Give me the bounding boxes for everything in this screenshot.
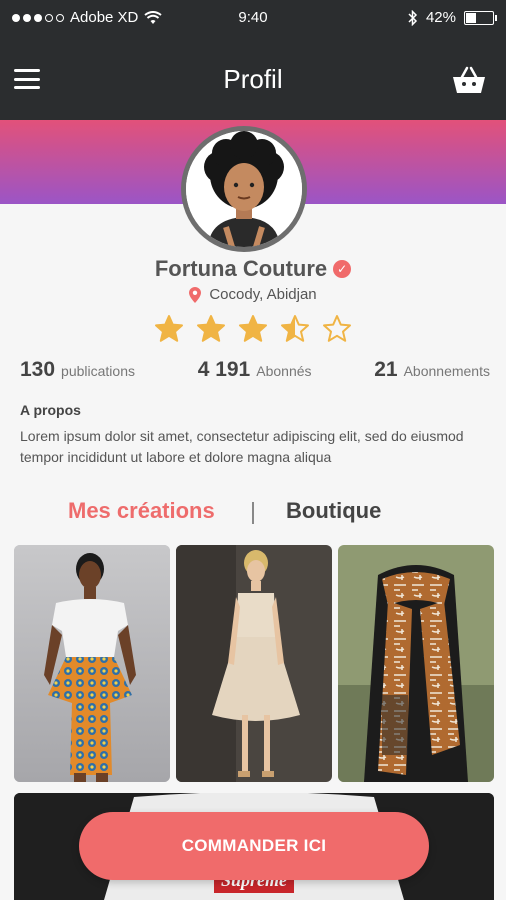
profile-name: Fortuna Couture (154, 256, 328, 281)
basket-icon[interactable] (452, 66, 486, 94)
avatar-illustration (186, 131, 302, 247)
star-filled-icon (196, 314, 226, 344)
stat-label: Abonnements (403, 363, 490, 379)
battery-percentage: 42% (425, 9, 456, 26)
profile-name-row: Fortuna Couture ✓ (0, 256, 506, 282)
battery-icon (464, 10, 497, 25)
gallery-item-wax-scarf[interactable] (338, 545, 494, 782)
stat-following[interactable]: 21 Abonnements (374, 358, 490, 382)
star-half-icon (280, 314, 310, 344)
stat-value: 21 (374, 358, 398, 381)
status-bar: Adobe XD 9:40 42% (0, 0, 506, 36)
creations-grid (14, 545, 494, 782)
about-text: Lorem ipsum dolor sit amet, consectetur … (20, 428, 464, 465)
stat-label: Abonnés (256, 363, 312, 379)
profile-location-row: Cocody, Abidjan (0, 286, 506, 303)
order-button[interactable]: COMMANDER ICI (79, 812, 429, 880)
wax-scarf-photo (338, 545, 494, 782)
page-title: Profil (223, 64, 283, 94)
stat-value: 4 191 (197, 358, 251, 381)
star-empty-icon (322, 314, 352, 344)
bluetooth-icon (408, 9, 418, 26)
avatar[interactable] (181, 126, 307, 252)
stat-publications[interactable]: 130 publications (20, 358, 135, 382)
beige-dress-photo (176, 545, 332, 782)
verified-badge-icon: ✓ (333, 260, 352, 278)
status-right: 42% (408, 9, 497, 26)
gallery-item-beige-dress[interactable] (176, 545, 332, 782)
tab-boutique[interactable]: Boutique (286, 498, 381, 524)
profile-location: Cocody, Abidjan (209, 286, 317, 303)
rating-stars (0, 314, 506, 344)
tab-mes-creations[interactable]: Mes créations (68, 498, 215, 524)
top-app-bar: Profil (0, 36, 506, 120)
stat-value: 130 (20, 358, 56, 381)
stat-label: publications (61, 363, 135, 379)
tab-divider (252, 502, 254, 524)
gallery-item-peplum-skirt[interactable] (14, 545, 170, 782)
star-filled-icon (238, 314, 268, 344)
about-heading: A propos (20, 402, 81, 418)
profile-stats: 130 publications 4 191 Abonnés 21 Abonne… (20, 358, 490, 382)
location-pin-icon (189, 286, 202, 303)
star-filled-icon (154, 314, 184, 344)
peplum-skirt-photo (14, 545, 170, 782)
stat-followers[interactable]: 4 191 Abonnés (198, 358, 312, 382)
profile-tabs: Mes créations Boutique (0, 498, 506, 534)
